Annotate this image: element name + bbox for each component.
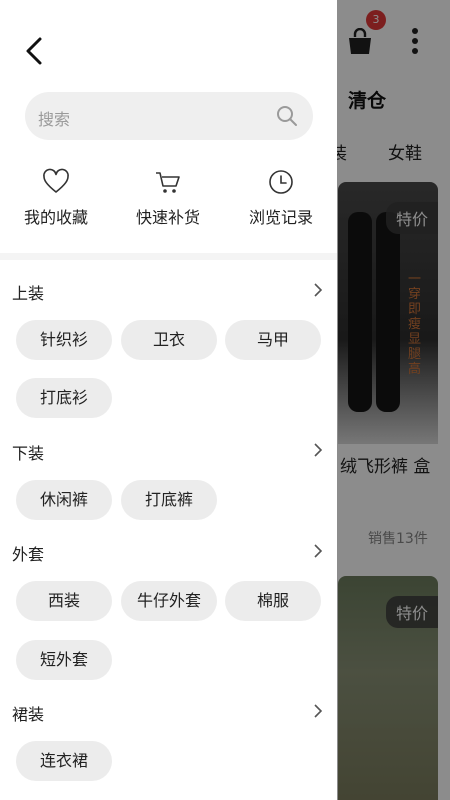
chevron-right-icon xyxy=(314,443,323,457)
category-header-dresses[interactable]: 裙装 xyxy=(12,699,324,724)
category-chip[interactable]: 卫衣 xyxy=(121,320,217,360)
category-chip[interactable]: 牛仔外套 xyxy=(121,581,217,621)
chevron-right-icon xyxy=(314,544,323,558)
back-arrow-icon[interactable] xyxy=(20,34,50,68)
favorites-button[interactable]: 我的收藏 xyxy=(0,168,112,228)
category-header-outerwear[interactable]: 外套 xyxy=(12,539,324,564)
heart-icon xyxy=(43,168,69,193)
category-drawer: 搜索 我的收藏 快速补货 浏览记录 上装 针织衫 卫衣 马甲 打底衫 下装 休闲… xyxy=(0,0,337,800)
search-input[interactable]: 搜索 xyxy=(25,92,313,140)
category-chip[interactable]: 打底衫 xyxy=(16,378,112,418)
category-chip[interactable]: 西装 xyxy=(16,581,112,621)
category-title: 裙装 xyxy=(12,705,45,724)
search-placeholder: 搜索 xyxy=(38,110,71,129)
search-icon[interactable] xyxy=(275,104,299,128)
history-label: 浏览记录 xyxy=(248,208,313,227)
favorites-label: 我的收藏 xyxy=(23,208,88,227)
quick-restock-button[interactable]: 快速补货 xyxy=(112,168,224,228)
category-chip[interactable]: 打底裤 xyxy=(121,480,217,520)
category-chip[interactable]: 针织衫 xyxy=(16,320,112,360)
category-chip[interactable]: 休闲裤 xyxy=(16,480,112,520)
category-chip[interactable]: 马甲 xyxy=(225,320,321,360)
category-header-tops[interactable]: 上装 xyxy=(12,278,324,303)
category-chip[interactable]: 连衣裙 xyxy=(16,741,112,781)
category-chip[interactable]: 棉服 xyxy=(225,581,321,621)
chevron-right-icon xyxy=(314,704,323,718)
cart-icon xyxy=(156,172,180,193)
category-title: 上装 xyxy=(12,284,45,303)
category-chip[interactable]: 短外套 xyxy=(16,640,112,680)
category-header-bottoms[interactable]: 下装 xyxy=(12,438,324,463)
clock-icon xyxy=(269,170,293,194)
category-title: 下装 xyxy=(12,444,45,463)
history-button[interactable]: 浏览记录 xyxy=(225,168,337,228)
chevron-right-icon xyxy=(314,283,323,297)
category-title: 外套 xyxy=(12,545,45,564)
section-divider xyxy=(0,253,337,260)
quick-restock-label: 快速补货 xyxy=(135,208,200,227)
